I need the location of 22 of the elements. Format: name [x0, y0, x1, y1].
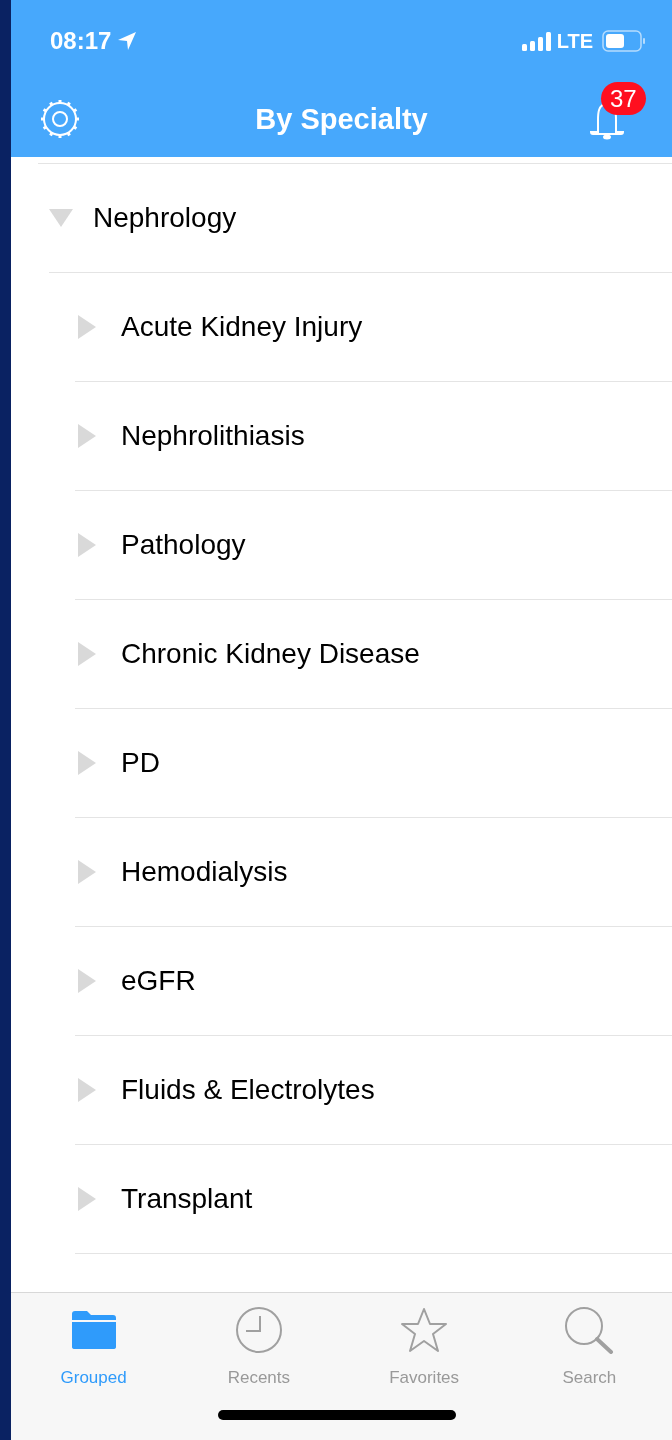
tree-item[interactable]: Nephrology: [93, 197, 237, 239]
tree-item[interactable]: Pathology: [121, 524, 246, 566]
tree-item[interactable]: Fluids & Electrolytes: [121, 1069, 375, 1111]
clock-icon: [234, 1306, 283, 1354]
folder-icon: [70, 1310, 117, 1350]
tree-item[interactable]: Hemodialysis: [121, 851, 288, 893]
notification-badge: 37: [601, 82, 646, 115]
signal-icon: [521, 31, 552, 51]
status-time: 08:17: [50, 26, 112, 56]
tree-item[interactable]: Transplant: [121, 1178, 253, 1220]
star-icon: [401, 1307, 448, 1353]
location-arrow-icon: [117, 31, 138, 51]
battery-icon: [602, 30, 646, 52]
page-title: By Specialty: [255, 101, 428, 137]
settings-icon[interactable]: [39, 98, 81, 140]
tree-item[interactable]: Acute Kidney Injury: [121, 306, 363, 348]
tree-item[interactable]: Chronic Kidney Disease: [121, 633, 420, 675]
search-icon: [564, 1306, 615, 1354]
tree-item[interactable]: eGFR: [121, 960, 196, 1002]
tree-item[interactable]: Nephrolithiasis: [121, 415, 305, 457]
tree-item[interactable]: PD: [121, 742, 160, 784]
network-label: LTE: [556, 29, 593, 54]
